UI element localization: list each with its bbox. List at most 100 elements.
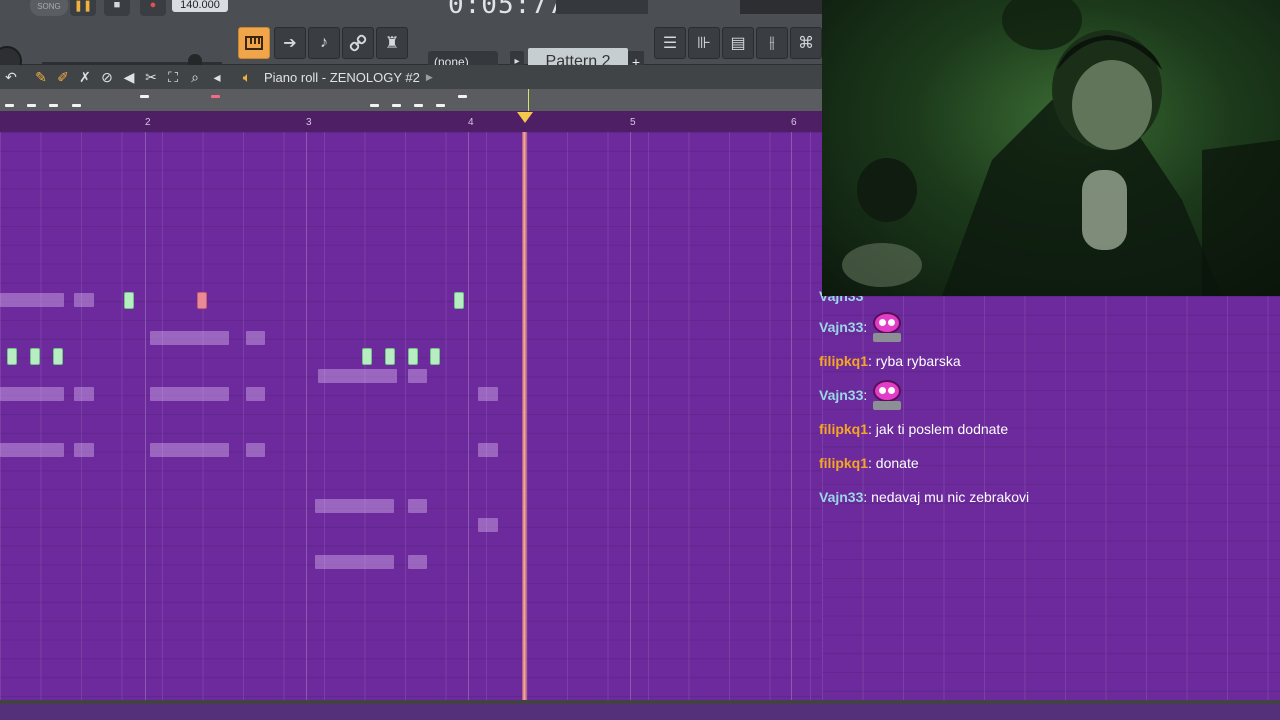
event-marker — [211, 95, 220, 98]
main-toolbar: ➔ ♪ ♜ (none) ▸ Pattern 2 + ☰ ⊪ ▤ ⫲ ⌘ — [0, 20, 822, 76]
bar-number: 4 — [468, 117, 474, 128]
selected-note[interactable] — [430, 348, 440, 365]
note[interactable] — [74, 293, 94, 307]
event-marker — [414, 104, 423, 107]
channel-rack-icon[interactable]: ▤ — [722, 27, 754, 59]
piano-roll-header: ↶ ✎ ✐ ✗ ⊘ ◀ ✂ ⛶ ⌕ ◂ 🔈︎ Piano roll - ZENO… — [0, 65, 822, 89]
selected-note[interactable] — [408, 348, 418, 365]
mute-tool-icon[interactable]: ⊘ — [96, 69, 118, 86]
selected-note[interactable] — [385, 348, 395, 365]
bar-number: 6 — [791, 117, 797, 128]
pause-button[interactable]: ❚❚ — [70, 0, 96, 16]
song-mode-toggle[interactable]: SONG — [30, 0, 68, 16]
keyboard-icon — [245, 36, 263, 50]
note[interactable] — [150, 331, 229, 345]
event-marker — [5, 104, 14, 107]
chat-text: nedavaj mu nic zebrakovi — [871, 489, 1030, 505]
piano-roll-icon[interactable]: ⊪ — [688, 27, 720, 59]
event-marker — [72, 104, 81, 107]
speaker-icon[interactable]: 🔈︎ — [236, 69, 258, 86]
selected-note[interactable] — [124, 292, 134, 309]
playhead-marker[interactable] — [517, 112, 533, 123]
note[interactable] — [246, 387, 265, 401]
tempo-display[interactable]: 140.000 — [172, 0, 228, 12]
metronome-icon[interactable]: ♜ — [376, 27, 408, 59]
note[interactable] — [150, 443, 229, 457]
event-marker — [436, 104, 445, 107]
note-grid[interactable] — [0, 132, 822, 700]
note[interactable] — [478, 518, 498, 532]
title-arrow-icon[interactable]: ▶ — [426, 72, 433, 83]
chat-username: filipkq1 — [819, 353, 869, 369]
event-marker — [49, 104, 58, 107]
chat-colon: : — [863, 489, 868, 505]
step-arrow-icon[interactable]: ➔ — [274, 27, 306, 59]
pink-robot-emote-icon — [871, 380, 903, 410]
event-marker — [392, 104, 401, 107]
note[interactable] — [408, 555, 427, 569]
chat-username: Vajn33 — [819, 489, 864, 505]
record-button[interactable]: ● — [140, 0, 166, 16]
transport-bar: SONG ❚❚ ■ ● 140.000 0:05:77 — [0, 0, 822, 21]
timeline-ruler[interactable]: 2 3 4 5 6 — [0, 111, 822, 132]
bar-line — [306, 132, 307, 700]
chat-colon: : — [868, 421, 872, 437]
note[interactable] — [408, 369, 427, 383]
slip-tool-icon[interactable]: ◀ — [118, 69, 140, 86]
note[interactable] — [246, 443, 265, 457]
selected-note[interactable] — [7, 348, 17, 365]
playlist-icon[interactable]: ☰ — [654, 27, 686, 59]
note[interactable] — [478, 387, 498, 401]
event-marker — [27, 104, 36, 107]
note[interactable] — [74, 443, 94, 457]
select-tool-icon[interactable]: ⛶ — [162, 69, 184, 86]
slice-tool-icon[interactable]: ✂ — [140, 69, 162, 86]
chat-text: donate — [875, 455, 919, 471]
selected-note[interactable] — [454, 292, 464, 309]
bar-number: 5 — [630, 117, 636, 128]
webcam-feed — [822, 0, 1280, 296]
wait-input-icon[interactable]: ♪ — [308, 27, 340, 59]
delete-tool-icon[interactable]: ✗ — [74, 69, 96, 86]
chat-colon: : — [868, 455, 872, 471]
chat-text: ryba rybarska — [875, 353, 961, 369]
event-marker — [370, 104, 379, 107]
note[interactable] — [315, 555, 394, 569]
chat-username: Vajn33 — [819, 387, 864, 403]
chat-username: filipkq1 — [819, 421, 869, 437]
selected-note[interactable] — [53, 348, 63, 365]
event-playhead — [528, 89, 529, 111]
piano-roll-typing-keyboard-icon[interactable] — [238, 27, 270, 59]
piano-roll-title: Piano roll - ZENOLOGY #2 — [264, 69, 420, 85]
chat-message: Vajn33: nedavaj mu nic zebrakovi — [819, 489, 1029, 505]
note[interactable] — [246, 331, 265, 345]
pencil-icon[interactable]: ✎ — [30, 69, 52, 86]
note[interactable] — [0, 387, 64, 401]
playback-tool-icon[interactable]: ◂ — [206, 69, 228, 86]
selected-note[interactable] — [197, 292, 207, 309]
selected-note[interactable] — [362, 348, 372, 365]
chat-colon: : — [863, 319, 868, 335]
mixer-icon[interactable]: ⫲ — [756, 27, 788, 59]
note[interactable] — [74, 387, 94, 401]
paint-brush-icon[interactable]: ✐ — [52, 69, 74, 86]
horizontal-scrollbar[interactable] — [0, 700, 1280, 720]
note[interactable] — [0, 293, 64, 307]
note[interactable] — [150, 387, 229, 401]
chat-colon: : — [863, 387, 868, 403]
note[interactable] — [0, 443, 64, 457]
bar-number: 2 — [145, 117, 151, 128]
stop-button[interactable]: ■ — [104, 0, 130, 16]
playhead[interactable] — [522, 132, 527, 720]
link-icon[interactable] — [342, 27, 374, 59]
time-display: 0:05:77 — [448, 0, 565, 20]
undo-icon[interactable]: ↶ — [0, 69, 22, 86]
note[interactable] — [408, 499, 427, 513]
note[interactable] — [315, 499, 394, 513]
note[interactable] — [318, 369, 397, 383]
zoom-tool-icon[interactable]: ⌕ — [184, 69, 206, 86]
selected-note[interactable] — [30, 348, 40, 365]
note[interactable] — [478, 443, 498, 457]
plugin-picker-icon[interactable]: ⌘ — [790, 27, 822, 59]
chat-text: jak ti poslem dodnate — [875, 421, 1009, 437]
